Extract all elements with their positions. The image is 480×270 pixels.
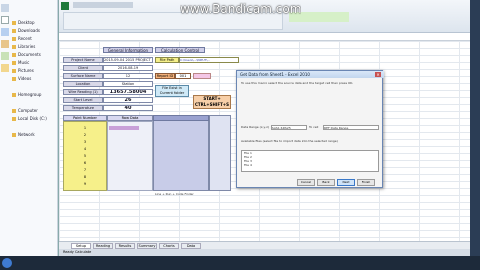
- disk-icon: [12, 117, 16, 121]
- file-path-value[interactable]: C:\Users\...\INPUT\...: [179, 57, 239, 63]
- table-row[interactable]: 8: [63, 175, 107, 180]
- field-label: Surface Name: [63, 73, 103, 79]
- homegroup-icon: [12, 93, 16, 97]
- desktop-screen: Desktop Downloads Recent Libraries Docum…: [0, 0, 480, 270]
- calc-control-header: Calculation Control: [155, 47, 205, 53]
- dialog-instructions: To use this macro select the source data…: [241, 81, 354, 85]
- table-row[interactable]: 5: [63, 154, 107, 159]
- folder-icon: [12, 29, 16, 33]
- general-info-header: General Information: [103, 47, 153, 53]
- right-edge-panel: [470, 0, 480, 256]
- highlighted-cell[interactable]: [109, 126, 139, 130]
- folder-icon: [12, 77, 16, 81]
- finish-button[interactable]: Finish: [357, 179, 375, 186]
- report-id-label: Report ID: [155, 73, 175, 79]
- list-item[interactable]: File 4: [242, 163, 378, 167]
- list-label: Available files (select file to import d…: [241, 139, 338, 143]
- folder-icon: [12, 45, 16, 49]
- field-label: Wire Reading (1): [63, 89, 103, 95]
- field-label: Temperature: [63, 105, 103, 111]
- folder-icon: [1, 4, 9, 12]
- sheet-tabs: Setup Reading Results Summary Charts Dat…: [59, 241, 471, 249]
- results-block[interactable]: [153, 115, 209, 191]
- report-id-value[interactable]: 001: [175, 73, 191, 79]
- file-icon: [1, 40, 9, 48]
- status-bar: Ready Calculate: [59, 249, 471, 256]
- start-menu-icon[interactable]: [2, 258, 12, 268]
- folder-icon: [12, 53, 16, 57]
- network-icon: [12, 133, 16, 137]
- computer-icon: [12, 109, 16, 113]
- cancel-button[interactable]: Cancel: [297, 179, 315, 186]
- watermark: www.Bandicam.com: [180, 2, 302, 16]
- excel-logo-icon: [61, 2, 69, 10]
- folder-icon: [12, 37, 16, 41]
- folder-icon: [12, 69, 16, 73]
- field-value[interactable]: Station: [103, 81, 153, 87]
- formula-bar[interactable]: [59, 33, 471, 41]
- start-button[interactable]: START+ CTRL+SHIFT+S: [193, 95, 231, 109]
- field-label: Location: [63, 81, 103, 87]
- bottom-note: Line + Run + Code Finder: [155, 192, 194, 196]
- table-row[interactable]: 7: [63, 168, 107, 173]
- field-value[interactable]: 13657.58004: [103, 89, 153, 95]
- file-path-label: File Path: [155, 57, 179, 63]
- table-row[interactable]: 4: [63, 147, 107, 152]
- results-block-right[interactable]: [209, 115, 231, 191]
- computer-icon: [1, 28, 9, 36]
- field-label: Project Name: [63, 57, 103, 63]
- field-label: Start Level: [63, 97, 103, 103]
- explorer-sidebar: Desktop Downloads Recent Libraries Docum…: [0, 0, 58, 256]
- file-exist-cell: File Exist in Current folder: [155, 85, 189, 97]
- range-input[interactable]: $A$1:$D$25: [271, 125, 307, 130]
- report-id-input[interactable]: [193, 73, 211, 79]
- field-value[interactable]: 26: [103, 97, 153, 103]
- table-row[interactable]: 3: [63, 140, 107, 145]
- document-icon: [1, 16, 9, 24]
- field-value[interactable]: 2016-08-19: [103, 65, 153, 71]
- back-button[interactable]: Back: [317, 179, 335, 186]
- field-value[interactable]: 40: [103, 105, 153, 111]
- next-button[interactable]: Next: [337, 179, 355, 186]
- field-value[interactable]: 12: [103, 73, 153, 79]
- field-label: Client: [63, 65, 103, 71]
- taskbar: [0, 256, 480, 270]
- table-row[interactable]: 1: [63, 126, 107, 131]
- field-value[interactable]: 2015-09-04 2015 PROJECT NAME: [103, 57, 153, 63]
- spreadsheet-icon: [1, 52, 9, 60]
- folder-icon: [12, 21, 16, 25]
- results-header: [153, 115, 209, 121]
- table-row[interactable]: 9: [63, 182, 107, 187]
- close-icon[interactable]: ✕: [375, 72, 381, 77]
- quick-access-toolbar[interactable]: [73, 2, 133, 8]
- import-dialog: Get Data from Sheet1 - Excel 2010 ✕ To u…: [236, 70, 384, 188]
- range-label: Data Range (x,y,z): [241, 125, 269, 129]
- target-label: To cell: [309, 125, 319, 129]
- table-row[interactable]: 2: [63, 133, 107, 138]
- folder-icon: [1, 64, 9, 72]
- table-row[interactable]: 6: [63, 161, 107, 166]
- raw-data-column[interactable]: [107, 121, 153, 191]
- dialog-title: Get Data from Sheet1 - Excel 2010: [237, 71, 384, 78]
- file-list[interactable]: File 1 File 2 File 3 File 4: [241, 150, 379, 172]
- folder-icon: [12, 61, 16, 65]
- target-input[interactable]: REF Data Range: [323, 125, 379, 130]
